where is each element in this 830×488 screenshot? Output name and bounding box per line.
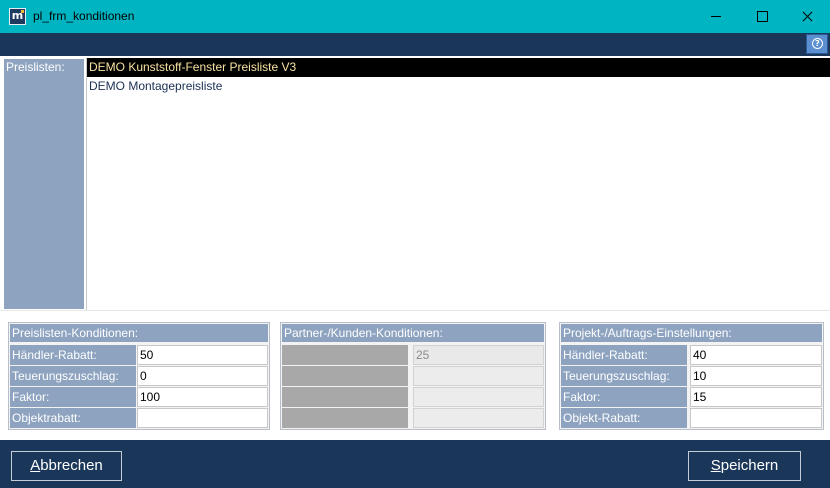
minimize-icon[interactable]	[693, 0, 739, 33]
partner-field: 25	[413, 345, 544, 365]
field-label: Objekt-Rabatt:	[561, 408, 687, 428]
dealer-discount-field[interactable]: 40	[690, 345, 822, 365]
price-list-conditions-panel: Preislisten-Konditionen: Händler-Rabatt:…	[8, 322, 270, 430]
cancel-label: bbrechen	[40, 457, 103, 474]
price-list-item[interactable]: DEMO Kunststoff-Fenster Preisliste V3	[87, 58, 830, 77]
factor-field[interactable]: 15	[690, 387, 822, 407]
field-label: Teuerungszuschlag:	[10, 366, 136, 386]
partner-row	[282, 408, 544, 429]
surcharge-row: Teuerungszuschlag: 0	[10, 366, 268, 387]
maximize-icon[interactable]	[739, 0, 785, 33]
partner-field	[413, 387, 544, 407]
project-settings-panel: Projekt-/Auftrags-Einstellungen: Händler…	[559, 322, 824, 430]
field-label: Händler-Rabatt:	[10, 345, 136, 365]
panel-title: Preislisten-Konditionen:	[10, 324, 268, 342]
partner-conditions-panel: Partner-/Kunden-Konditionen: 25	[280, 322, 546, 430]
price-list-label-column	[4, 59, 84, 309]
dealer-discount-row: Händler-Rabatt: 40	[561, 345, 822, 366]
object-discount-field[interactable]	[690, 408, 822, 428]
toolbar	[0, 33, 830, 56]
field-label	[282, 387, 408, 407]
dealer-discount-field[interactable]: 50	[137, 345, 268, 365]
field-label: Teuerungszuschlag:	[561, 366, 687, 386]
surcharge-field[interactable]: 10	[690, 366, 822, 386]
surcharge-row: Teuerungszuschlag: 10	[561, 366, 822, 387]
window-title: pl_frm_konditionen	[33, 9, 135, 23]
field-label: Objektrabatt:	[10, 408, 136, 428]
partner-field	[413, 408, 544, 428]
field-label: Faktor:	[561, 387, 687, 407]
title-bar: m pl_frm_konditionen	[0, 0, 830, 33]
dealer-discount-row: Händler-Rabatt: 50	[10, 345, 268, 366]
save-button[interactable]: Speichern	[688, 451, 801, 481]
field-label	[282, 408, 408, 428]
field-label	[282, 366, 408, 386]
partner-row	[282, 366, 544, 387]
price-list-label: Preislisten:	[6, 60, 65, 74]
field-label: Faktor:	[10, 387, 136, 407]
partner-row	[282, 387, 544, 408]
cancel-button[interactable]: Abbrechen	[11, 451, 122, 481]
object-discount-row: Objektrabatt:	[10, 408, 268, 429]
factor-row: Faktor: 100	[10, 387, 268, 408]
object-discount-field[interactable]	[137, 408, 268, 428]
panel-title: Partner-/Kunden-Konditionen:	[282, 324, 544, 342]
factor-field[interactable]: 100	[137, 387, 268, 407]
help-icon: ?	[812, 38, 823, 49]
divider	[0, 310, 830, 311]
field-label	[282, 345, 408, 365]
partner-row: 25	[282, 345, 544, 366]
surcharge-field[interactable]: 0	[137, 366, 268, 386]
field-label: Händler-Rabatt:	[561, 345, 687, 365]
cancel-mnemonic: A	[30, 457, 41, 474]
panel-title: Projekt-/Auftrags-Einstellungen:	[561, 324, 822, 342]
close-icon[interactable]	[784, 0, 830, 33]
help-button[interactable]: ?	[806, 34, 828, 54]
price-list-item[interactable]: DEMO Montagepreisliste	[87, 77, 830, 96]
app-logo-icon: m	[9, 8, 26, 25]
save-label: peichern	[720, 457, 779, 474]
price-list[interactable]: DEMO Kunststoff-Fenster Preisliste V3 DE…	[86, 58, 830, 310]
object-discount-row: Objekt-Rabatt:	[561, 408, 822, 429]
save-mnemonic: S	[710, 457, 721, 474]
partner-field	[413, 366, 544, 386]
factor-row: Faktor: 15	[561, 387, 822, 408]
